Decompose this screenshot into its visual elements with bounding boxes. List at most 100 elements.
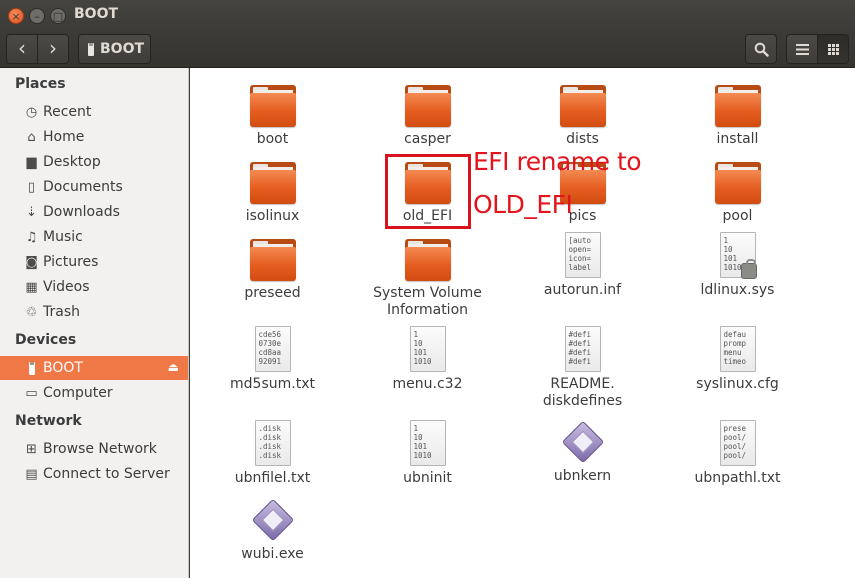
file-name: autorun.inf bbox=[543, 282, 622, 298]
executable-icon bbox=[561, 420, 605, 464]
folder-icon bbox=[559, 85, 606, 127]
file-name: pool bbox=[722, 208, 753, 224]
file-preview: 1 10 101 1010 bbox=[413, 330, 432, 366]
text-file-icon: [auto open= icon= label bbox=[564, 232, 601, 278]
file-item-system-volume-information[interactable]: System Volume Information bbox=[350, 239, 505, 319]
file-item-readme-diskdefines[interactable]: #defi #defi #defi #defi README. diskdefi… bbox=[505, 326, 660, 410]
file-preview: cde56 0730e cd8aa 92091 bbox=[258, 330, 282, 366]
file-preview: [auto open= icon= label bbox=[568, 236, 592, 272]
sidebar-item-home[interactable]: ⌂ Home bbox=[0, 125, 188, 149]
file-item-ubnpathl-txt[interactable]: prese pool/ pool/ pool/ ubnpathl.txt bbox=[660, 420, 815, 487]
close-window-button[interactable]: × bbox=[8, 8, 24, 24]
file-item-install[interactable]: install bbox=[660, 85, 815, 148]
network-header: Network bbox=[15, 413, 82, 429]
sidebar-item-browse-network[interactable]: ⊞ Browse Network bbox=[0, 437, 188, 461]
maximize-window-button[interactable]: □ bbox=[50, 8, 66, 24]
sidebar-item-label: Downloads bbox=[43, 204, 120, 220]
sidebar-item-label: Recent bbox=[43, 104, 92, 120]
file-name: ubnkern bbox=[553, 468, 612, 484]
executable-icon bbox=[251, 498, 295, 542]
sidebar-item-videos[interactable]: ▦ Videos bbox=[0, 275, 188, 299]
file-item-autorun-inf[interactable]: [auto open= icon= label autorun.inf bbox=[505, 232, 660, 299]
folder-icon bbox=[404, 85, 451, 127]
title-bar: × – □ BOOT bbox=[0, 0, 855, 30]
sidebar-item-desktop[interactable]: ▆ Desktop bbox=[0, 150, 188, 174]
sidebar-item-label: Desktop bbox=[43, 154, 101, 170]
path-label: BOOT bbox=[100, 41, 145, 57]
sidebar-item-boot[interactable]: BOOT ⏏ bbox=[0, 356, 188, 380]
sidebar-item-pictures[interactable]: ◙ Pictures bbox=[0, 250, 188, 274]
sidebar-item-recent[interactable]: ◷ Recent bbox=[0, 100, 188, 124]
file-item-menu-c32[interactable]: 1 10 101 1010 menu.c32 bbox=[350, 326, 505, 393]
sidebar-item-connect-to-server[interactable]: ▤ Connect to Server bbox=[0, 462, 188, 486]
computer-icon: ▭ bbox=[25, 385, 38, 401]
server-icon: ▤ bbox=[25, 466, 38, 482]
binary-file-icon: 1 10 101 1010 bbox=[409, 420, 446, 466]
file-item-wubi-exe[interactable]: wubi.exe bbox=[195, 498, 350, 563]
sidebar-item-label: Documents bbox=[43, 179, 123, 195]
file-name: casper bbox=[404, 131, 451, 147]
file-item-preseed[interactable]: preseed bbox=[195, 239, 350, 302]
file-item-ubnkern[interactable]: ubnkern bbox=[505, 420, 660, 485]
folder-icon bbox=[249, 85, 296, 127]
file-item-isolinux[interactable]: isolinux bbox=[195, 162, 350, 225]
file-preview: .disk .disk .disk .disk bbox=[258, 424, 282, 460]
folder-icon bbox=[249, 239, 296, 281]
file-item-ubnfilel-txt[interactable]: .disk .disk .disk .disk ubnfilel.txt bbox=[195, 420, 350, 487]
path-bar-boot-button[interactable]: BOOT bbox=[78, 34, 151, 64]
text-file-icon: cde56 0730e cd8aa 92091 bbox=[254, 326, 291, 372]
usb-drive-icon bbox=[24, 361, 39, 376]
file-name: README. diskdefines bbox=[542, 376, 623, 409]
sidebar-item-computer[interactable]: ▭ Computer bbox=[0, 381, 188, 405]
list-view-icon bbox=[795, 43, 809, 55]
sidebar-item-music[interactable]: ♫ Music bbox=[0, 225, 188, 249]
camera-icon: ◙ bbox=[25, 254, 38, 270]
sidebar: Places ◷ Recent ⌂ Home ▆ Desktop ▯ Docum… bbox=[0, 68, 189, 578]
file-preview: 1 10 101 1010 bbox=[413, 424, 432, 460]
search-button[interactable] bbox=[745, 34, 777, 64]
close-icon: × bbox=[11, 9, 21, 23]
eject-icon[interactable]: ⏏ bbox=[168, 360, 179, 374]
sidebar-item-label: Trash bbox=[43, 304, 80, 320]
window-title: BOOT bbox=[74, 6, 119, 22]
file-item-syslinux-cfg[interactable]: defau promp menu timeo syslinux.cfg bbox=[660, 326, 815, 393]
sidebar-item-trash[interactable]: ♲ Trash bbox=[0, 300, 188, 324]
file-name: System Volume Information bbox=[373, 285, 482, 318]
file-item-md5sum-txt[interactable]: cde56 0730e cd8aa 92091 md5sum.txt bbox=[195, 326, 350, 393]
lock-icon bbox=[740, 259, 757, 279]
back-button[interactable]: ‹ bbox=[6, 34, 38, 64]
file-name: isolinux bbox=[245, 208, 300, 224]
documents-icon: ▯ bbox=[27, 179, 36, 195]
file-name: md5sum.txt bbox=[230, 376, 315, 392]
grid-view-button[interactable] bbox=[817, 34, 849, 64]
file-item-dists[interactable]: dists bbox=[505, 85, 660, 148]
file-name: menu.c32 bbox=[392, 376, 463, 392]
file-item-casper[interactable]: casper bbox=[350, 85, 505, 148]
file-preview: #defi #defi #defi #defi bbox=[568, 330, 592, 366]
file-name: syslinux.cfg bbox=[696, 376, 779, 392]
grid-view-icon bbox=[827, 43, 839, 55]
file-name: ubnpathl.txt bbox=[694, 470, 781, 486]
film-icon: ▦ bbox=[25, 279, 38, 295]
devices-header: Devices bbox=[15, 332, 77, 348]
forward-button[interactable]: › bbox=[37, 34, 69, 64]
file-name: wubi.exe bbox=[241, 546, 304, 562]
sidebar-item-documents[interactable]: ▯ Documents bbox=[0, 175, 188, 199]
list-view-button[interactable] bbox=[786, 34, 818, 64]
file-item-ubninit[interactable]: 1 10 101 1010 ubninit bbox=[350, 420, 505, 487]
music-icon: ♫ bbox=[25, 229, 38, 245]
usb-drive-icon bbox=[88, 42, 94, 56]
sidebar-item-label: Browse Network bbox=[43, 441, 157, 457]
sidebar-item-downloads[interactable]: ⇣ Downloads bbox=[0, 200, 188, 224]
file-item-ldlinux-sys[interactable]: 1 10 101 1010 ldlinux.sys bbox=[660, 232, 815, 299]
file-item-boot[interactable]: boot bbox=[195, 85, 350, 148]
places-header: Places bbox=[15, 76, 66, 92]
sidebar-item-label: Home bbox=[43, 129, 85, 145]
file-item-pool[interactable]: pool bbox=[660, 162, 815, 225]
minimize-window-button[interactable]: – bbox=[29, 8, 45, 24]
file-grid: boot casper dists install isolinux old_E… bbox=[190, 68, 855, 578]
sidebar-item-label: Music bbox=[43, 229, 83, 245]
toolbar: ‹ › BOOT bbox=[0, 30, 855, 68]
sidebar-item-label: Connect to Server bbox=[43, 466, 170, 482]
file-name: ubninit bbox=[403, 470, 452, 486]
